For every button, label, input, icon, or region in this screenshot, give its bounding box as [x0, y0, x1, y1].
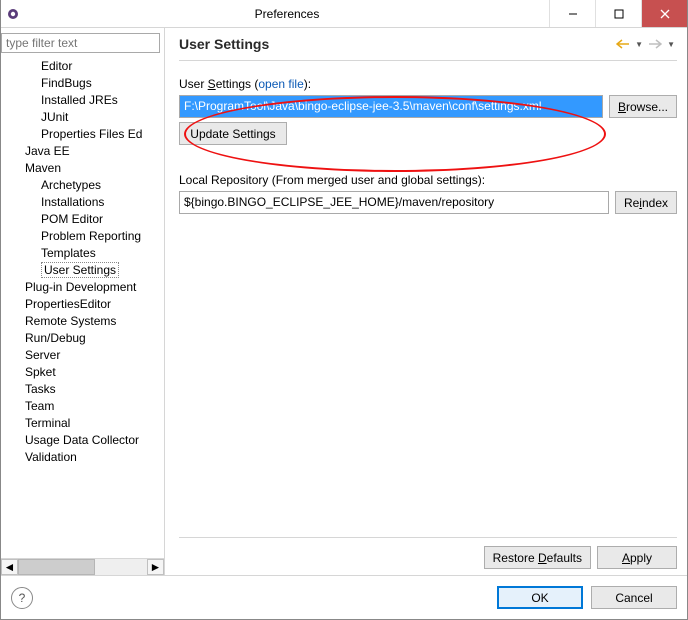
reindex-button[interactable]: Reindex	[615, 191, 677, 214]
window-title: Preferences	[25, 0, 549, 27]
tree-item-editor[interactable]: Editor	[5, 57, 164, 74]
tree-item-tasks[interactable]: Tasks	[5, 380, 164, 397]
tree-item-maven[interactable]: Maven	[5, 159, 164, 176]
local-repo-label: Local Repository (From merged user and g…	[179, 173, 677, 187]
tree-item-properties-editor[interactable]: PropertiesEditor	[5, 295, 164, 312]
forward-dropdown-icon[interactable]: ▼	[665, 40, 677, 49]
page-heading: User Settings	[179, 36, 615, 52]
dialog-footer: ? OK Cancel	[1, 575, 687, 619]
tree-item-java-ee[interactable]: Java EE	[5, 142, 164, 159]
ok-button[interactable]: OK	[497, 586, 583, 609]
tree-item-terminal[interactable]: Terminal	[5, 414, 164, 431]
tree-item-user-settings[interactable]: User Settings	[5, 261, 164, 278]
cancel-button[interactable]: Cancel	[591, 586, 677, 609]
tree-item-templates[interactable]: Templates	[5, 244, 164, 261]
sidebar: Editor FindBugs Installed JREs JUnit Pro…	[1, 28, 165, 575]
tree-item-properties-files-ed[interactable]: Properties Files Ed	[5, 125, 164, 142]
forward-button[interactable]	[647, 36, 663, 52]
user-settings-path-input[interactable]: F:\ProgramTool\Java\bingo-eclipse-jee-3.…	[179, 95, 603, 118]
tree-horizontal-scrollbar[interactable]: ◄ ►	[1, 558, 164, 575]
tree-item-archetypes[interactable]: Archetypes	[5, 176, 164, 193]
back-dropdown-icon[interactable]: ▼	[633, 40, 645, 49]
tree-item-validation[interactable]: Validation	[5, 448, 164, 465]
filter-input[interactable]	[1, 33, 160, 53]
tree-item-installations[interactable]: Installations	[5, 193, 164, 210]
tree-item-plugin-dev[interactable]: Plug-in Development	[5, 278, 164, 295]
scroll-right-icon[interactable]: ►	[147, 559, 164, 575]
tree-item-usage-data[interactable]: Usage Data Collector	[5, 431, 164, 448]
tree-item-pom-editor[interactable]: POM Editor	[5, 210, 164, 227]
tree-item-run-debug[interactable]: Run/Debug	[5, 329, 164, 346]
minimize-button[interactable]	[549, 0, 595, 27]
user-settings-label: User Settings (open file):	[179, 77, 677, 91]
tree-item-remote-systems[interactable]: Remote Systems	[5, 312, 164, 329]
local-repo-path-input[interactable]: ${bingo.BINGO_ECLIPSE_JEE_HOME}/maven/re…	[179, 191, 609, 214]
update-settings-button[interactable]: Update Settings	[179, 122, 287, 145]
tree-item-server[interactable]: Server	[5, 346, 164, 363]
tree-item-problem-reporting[interactable]: Problem Reporting	[5, 227, 164, 244]
open-file-link[interactable]: open file	[258, 77, 303, 91]
back-button[interactable]	[615, 36, 631, 52]
apply-button[interactable]: Apply	[597, 546, 677, 569]
tree-item-findbugs[interactable]: FindBugs	[5, 74, 164, 91]
preference-tree[interactable]: Editor FindBugs Installed JREs JUnit Pro…	[1, 57, 164, 558]
app-icon	[1, 0, 25, 27]
scroll-left-icon[interactable]: ◄	[1, 559, 18, 575]
tree-item-team[interactable]: Team	[5, 397, 164, 414]
title-bar: Preferences	[1, 0, 687, 28]
maximize-button[interactable]	[595, 0, 641, 27]
settings-pane: User Settings ▼ ▼ User Settings (open fi…	[165, 28, 687, 575]
restore-defaults-button[interactable]: Restore Defaults	[484, 546, 591, 569]
tree-item-spket[interactable]: Spket	[5, 363, 164, 380]
scroll-thumb[interactable]	[18, 559, 95, 575]
tree-item-junit[interactable]: JUnit	[5, 108, 164, 125]
help-button[interactable]: ?	[11, 587, 33, 609]
tree-item-installed-jres[interactable]: Installed JREs	[5, 91, 164, 108]
close-button[interactable]	[641, 0, 687, 27]
browse-button[interactable]: Browse...	[609, 95, 677, 118]
